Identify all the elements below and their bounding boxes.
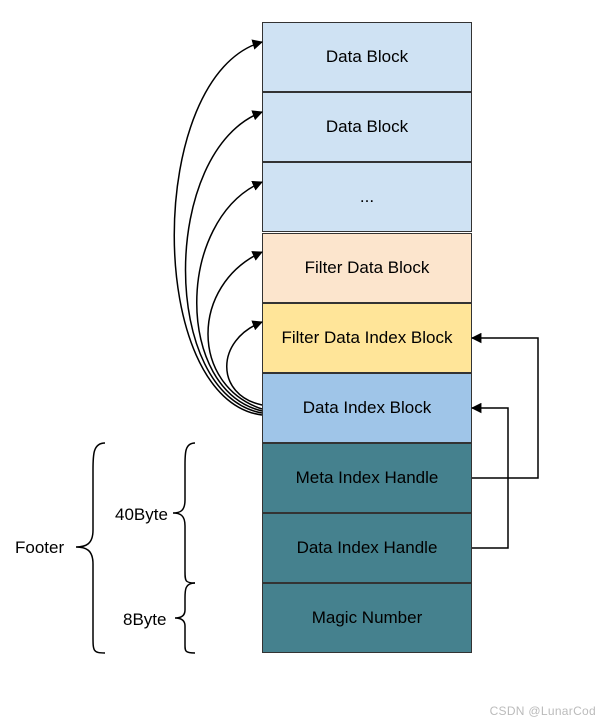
- block-label: Magic Number: [312, 607, 423, 629]
- data-block-1: Data Block: [262, 22, 472, 92]
- watermark: CSDN @LunarCod: [490, 704, 596, 718]
- data-index-block: Data Index Block: [262, 373, 472, 443]
- block-label: Data Block: [326, 46, 408, 68]
- block-label: Data Index Block: [303, 397, 432, 419]
- block-label: Data Index Handle: [297, 537, 438, 559]
- block-label: ...: [360, 186, 374, 208]
- block-label: Data Block: [326, 116, 408, 138]
- right-arrows-from-handles: [472, 338, 538, 548]
- data-index-handle: Data Index Handle: [262, 513, 472, 583]
- meta-index-handle: Meta Index Handle: [262, 443, 472, 513]
- filter-data-block: Filter Data Block: [262, 233, 472, 303]
- size-40-label: 40Byte: [115, 505, 168, 525]
- block-label: Filter Data Block: [305, 257, 430, 279]
- data-block-2: Data Block: [262, 92, 472, 162]
- block-label: Meta Index Handle: [296, 467, 439, 489]
- block-label: Filter Data Index Block: [281, 327, 452, 349]
- size-8-label: 8Byte: [123, 610, 166, 630]
- left-arrows-from-data-index: [174, 42, 262, 415]
- data-block-ellipsis: ...: [262, 162, 472, 232]
- magic-number-block: Magic Number: [262, 583, 472, 653]
- filter-data-index-block: Filter Data Index Block: [262, 303, 472, 373]
- footer-label: Footer: [15, 538, 64, 558]
